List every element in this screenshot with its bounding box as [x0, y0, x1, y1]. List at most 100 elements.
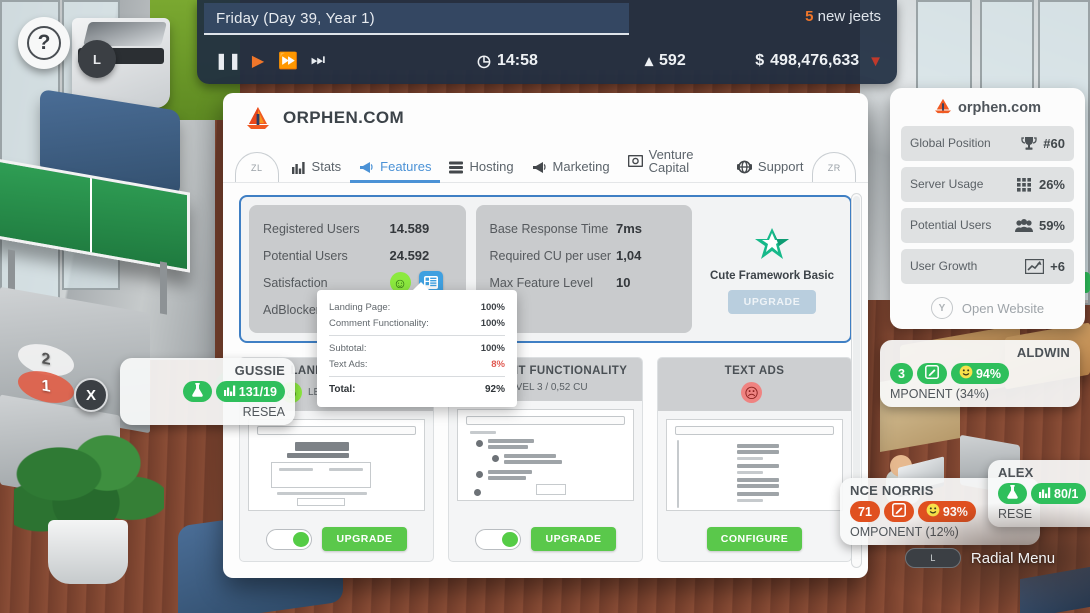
research-progress-pill: 131/19 — [216, 381, 285, 402]
hud-money-value: 498,476,633 — [770, 52, 859, 70]
hud-clock-value: 14:58 — [497, 52, 538, 70]
hud-user-count: ▴ 592 — [645, 51, 686, 71]
feature-upgrade-button-comments[interactable]: UPGRADE — [531, 527, 615, 551]
fastest-forward-button[interactable]: ⏭ — [303, 46, 333, 76]
employee-badge-aldwin[interactable]: ALDWIN 3 94% MPONENT (34%) — [880, 340, 1080, 407]
clock-icon: ◷ — [477, 51, 491, 71]
question-mark-icon: ? — [27, 26, 61, 60]
side-panel-footer[interactable]: Y Open Website — [901, 290, 1074, 323]
hud-date-box: Friday (Day 39, Year 1) — [204, 3, 629, 35]
hud-date-row: Friday (Day 39, Year 1) 5 new jeets — [197, 0, 897, 38]
flask-pill — [183, 381, 212, 402]
tooltip-value: 92% — [485, 384, 505, 395]
radial-menu-hint[interactable]: L Radial Menu — [870, 503, 1090, 613]
stat-label: Base Response Time — [490, 222, 617, 236]
tooltip-value: 100% — [481, 318, 505, 329]
side-panel-row-global-position: Global Position #60 — [901, 126, 1074, 161]
hud-money[interactable]: $ 498,476,633 ▼ — [755, 52, 883, 70]
feature-card-footer: UPGRADE — [240, 519, 433, 561]
currency-symbol: $ — [755, 52, 764, 70]
server-grid-icon — [1017, 178, 1033, 192]
fast-forward-button[interactable]: ⏩ — [273, 46, 303, 76]
stat-row-required-cu: Required CU per user 1,04 — [490, 242, 679, 269]
tab-hosting-label: Hosting — [469, 160, 513, 174]
trend-up-icon — [1025, 259, 1044, 274]
speed-clock-badge[interactable]: L — [78, 40, 116, 78]
tab-venture-capital[interactable]: Venture Capital — [619, 144, 728, 183]
tooltip-row-landing-page: Landing Page: 100% — [329, 299, 505, 315]
dialog-footer-hints: A Select Y Delete X Activate B Back — [223, 570, 868, 578]
framework-block: Cute Framework Basic UPGRADE — [702, 205, 842, 333]
side-panel-row-server-usage: Server Usage 26% — [901, 167, 1074, 202]
stat-row-registered-users: Registered Users 14.589 — [263, 215, 452, 242]
pause-button[interactable]: ❚❚ — [213, 46, 243, 76]
floor-action-x-button[interactable]: X — [74, 378, 108, 412]
feature-card-title: TEXT ADS — [664, 365, 845, 377]
stat-value: 10 — [616, 275, 678, 290]
stat-row-base-response-time: Base Response Time 7ms — [490, 215, 679, 242]
scrollbar-thumb[interactable] — [853, 196, 860, 526]
tab-hosting[interactable]: Hosting — [440, 156, 522, 182]
feature-toggle-comment-functionality[interactable] — [475, 529, 521, 550]
task-pill — [917, 363, 947, 384]
feature-thumbnail-text-ads — [666, 419, 843, 511]
research-badge-gussie[interactable]: GUSSIE 131/19 RESEA — [120, 358, 295, 425]
feature-card-footer: UPGRADE — [449, 519, 642, 561]
help-button[interactable]: ? — [18, 17, 70, 69]
shoulder-right-zr[interactable]: ZR — [812, 152, 856, 182]
bar-chart-icon — [1039, 487, 1051, 501]
hud-jeets-notification[interactable]: 5 new jeets — [805, 8, 881, 25]
tooltip-value: 8% — [491, 359, 505, 370]
tab-features[interactable]: Features — [350, 156, 440, 182]
dialog-tab-bar: ZL Stats Features Hosting Marketing — [223, 143, 868, 183]
tab-marketing[interactable]: Marketing — [523, 156, 619, 182]
hud-date-text: Friday (Day 39, Year 1) — [216, 10, 375, 27]
feature-upgrade-button-landing-page[interactable]: UPGRADE — [322, 527, 406, 551]
trophy-icon — [1021, 136, 1037, 151]
satisfaction-value: 94% — [976, 367, 1001, 381]
stat-label: Required CU per user — [490, 249, 617, 263]
tab-support-label: Support — [758, 160, 804, 174]
research-progress-pill: 80/1 — [1031, 483, 1086, 504]
headset-icon — [737, 160, 752, 174]
level-pill: 3 — [890, 363, 913, 384]
side-panel-value: 26% — [1039, 177, 1065, 192]
chevron-down-icon[interactable]: ▼ — [868, 53, 883, 70]
stat-value: 14.589 — [390, 221, 452, 236]
feature-toggle-landing-page[interactable] — [266, 529, 312, 550]
side-panel-label: Potential Users — [910, 219, 1009, 232]
feature-card-text-ads[interactable]: TEXT ADS ☹ CONFIGURE — [657, 357, 852, 562]
stat-label: Max Feature Level — [490, 276, 617, 290]
orphen-logo-icon — [934, 98, 952, 118]
tab-support[interactable]: Support — [728, 156, 813, 182]
stat-label: Potential Users — [263, 249, 390, 263]
website-summary-panel: orphen.com Global Position #60 Server Us… — [890, 88, 1085, 329]
hud-controls-row: ❚❚ ▶ ⏩ ⏭ ◷ 14:58 ▴ 592 $ 498,476,633 ▼ — [197, 38, 897, 84]
stat-label: Registered Users — [263, 222, 390, 236]
hud-jeets-label: new jeets — [818, 8, 881, 25]
side-panel-row-potential-users: Potential Users 59% — [901, 208, 1074, 243]
stat-row-max-feature-level: Max Feature Level 10 — [490, 269, 679, 296]
table-leg — [160, 261, 167, 314]
stat-value: 7ms — [616, 221, 678, 236]
satisfaction-breakdown-tooltip: Landing Page: 100% Comment Functionality… — [317, 290, 517, 407]
tooltip-label: Text Ads: — [329, 359, 491, 370]
side-panel-value: 59% — [1039, 218, 1065, 233]
research-badge-task: RESEA — [130, 405, 285, 419]
plant-pot — [48, 520, 128, 584]
feature-configure-button-text-ads[interactable]: CONFIGURE — [707, 527, 803, 551]
shoulder-left-zl[interactable]: ZL — [235, 152, 279, 182]
side-panel-value: #60 — [1043, 136, 1065, 151]
play-button[interactable]: ▶ — [243, 46, 273, 76]
side-panel-label: Server Usage — [910, 178, 1011, 191]
flask-pill — [998, 483, 1027, 504]
button-y-icon: Y — [931, 297, 953, 319]
employee-name: ALDWIN — [890, 345, 1070, 360]
employee-name: ALEX — [998, 465, 1090, 480]
tab-stats[interactable]: Stats — [283, 156, 351, 182]
tooltip-row-text-ads: Text Ads: 8% — [329, 356, 505, 372]
megaphone-icon — [359, 161, 374, 174]
flask-icon — [191, 383, 204, 400]
pencil-icon — [925, 365, 939, 382]
framework-upgrade-button[interactable]: UPGRADE — [728, 290, 817, 314]
